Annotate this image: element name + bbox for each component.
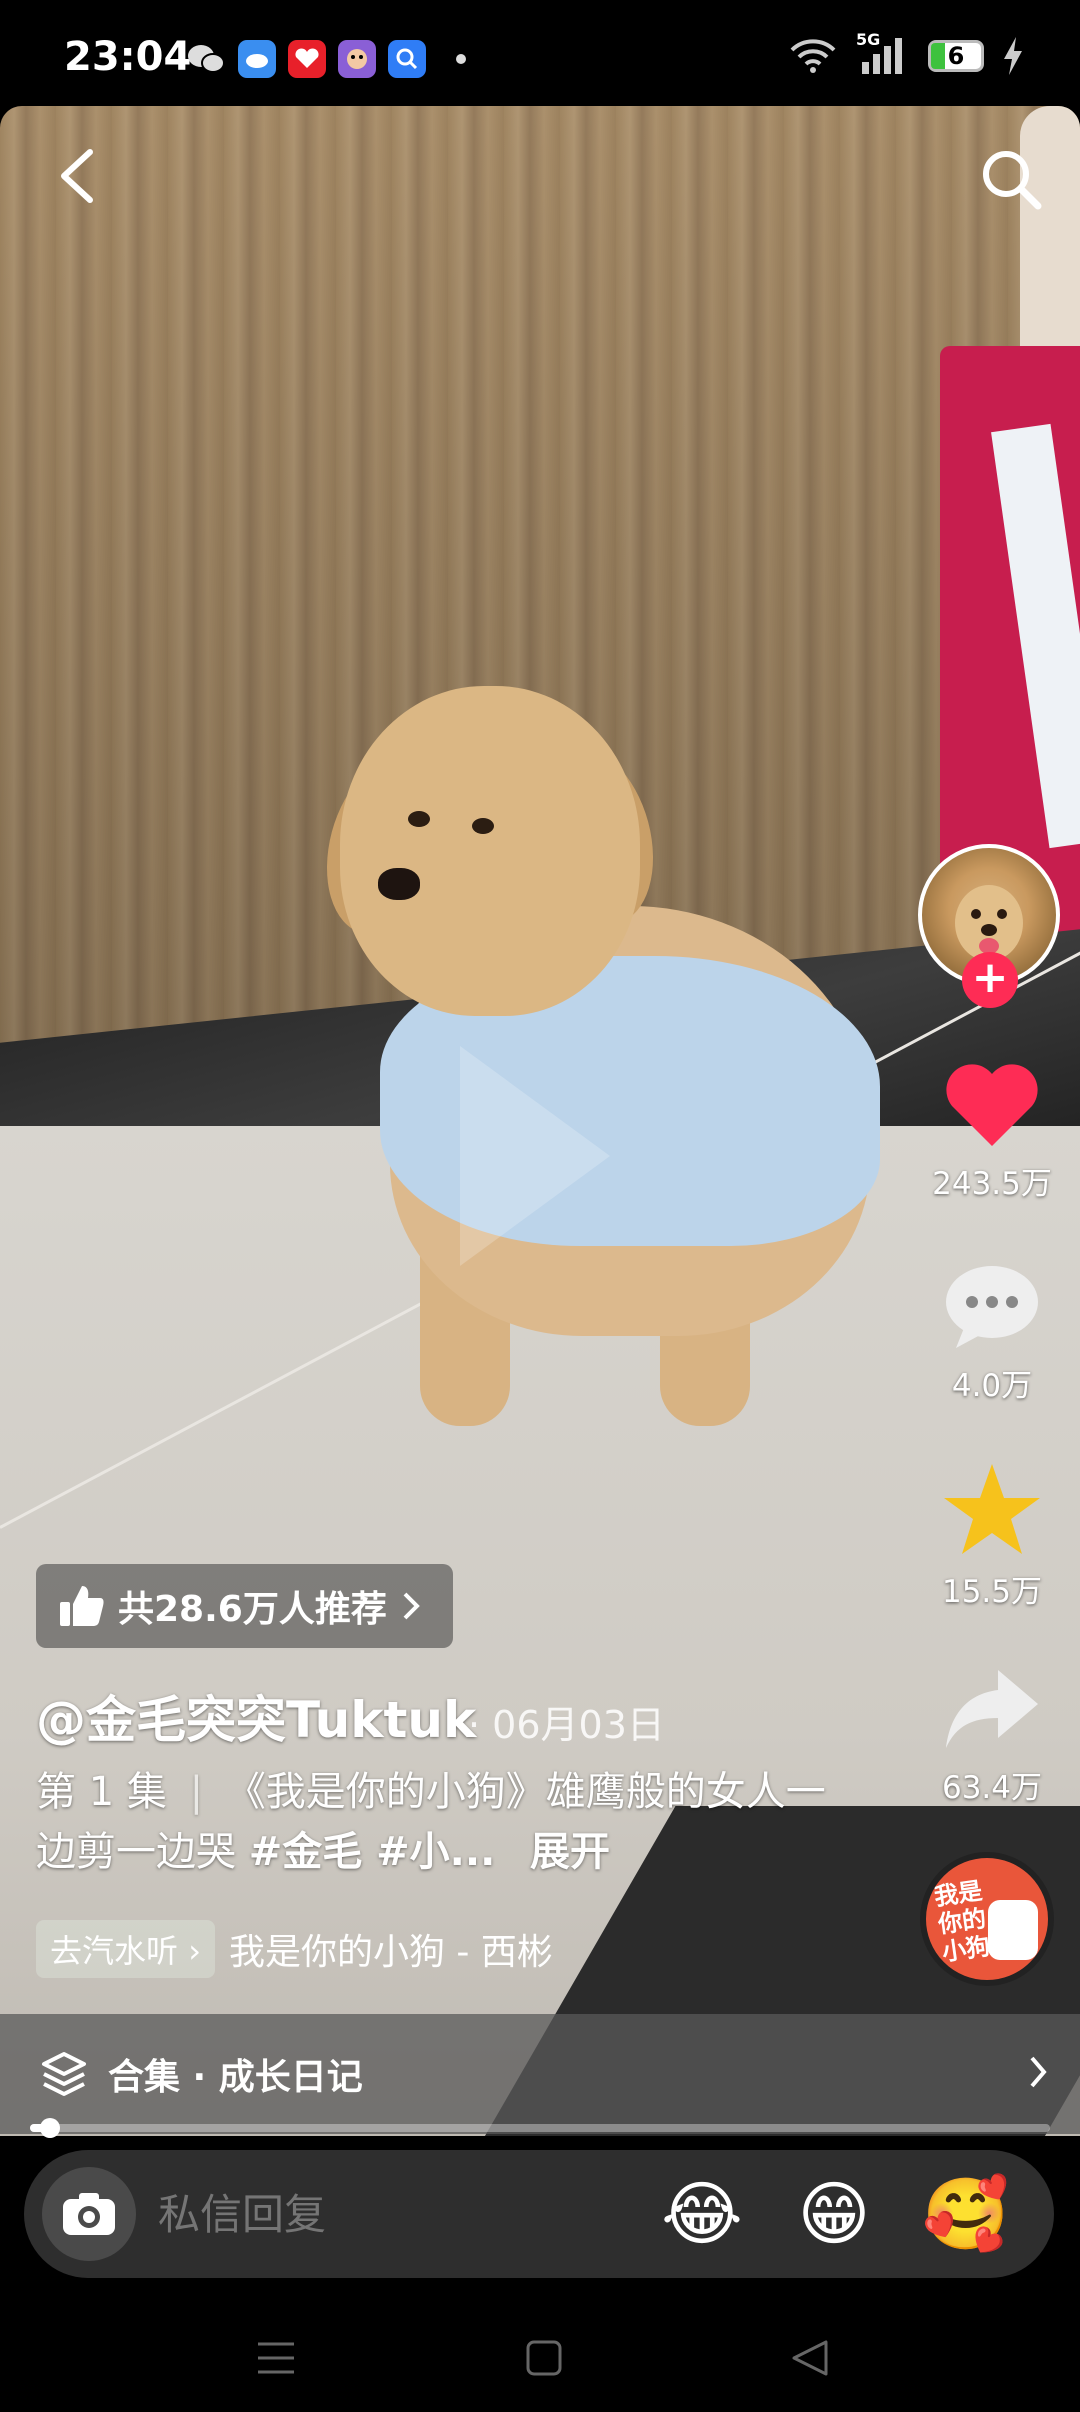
- back-triangle-icon[interactable]: [790, 2338, 830, 2378]
- notification-icons: [186, 40, 466, 78]
- thumbs-up-icon: [60, 1586, 104, 1626]
- camera-icon: [63, 2193, 115, 2235]
- puppy-nose: [378, 868, 420, 900]
- wechat-icon: [188, 45, 225, 73]
- follow-plus-button[interactable]: +: [962, 952, 1018, 1008]
- music-row[interactable]: 去汽水听 › 我是你的小狗 - 西彬: [36, 1920, 553, 1978]
- share-count: 63.4万: [941, 1770, 1043, 1806]
- video-description[interactable]: 第 1 集 | 《我是你的小狗》雄鹰般的女人一边剪一边哭 #金毛 #小... 展…: [36, 1762, 826, 1882]
- back-arrow-icon[interactable]: [52, 146, 102, 206]
- favorite-button[interactable]: 15.5万: [912, 1462, 1072, 1611]
- charging-icon: [1004, 37, 1022, 75]
- comment-button[interactable]: 4.0万: [912, 1262, 1072, 1405]
- app-red-icon: [288, 40, 326, 78]
- clock: 23:04: [64, 34, 192, 80]
- video-progress-bar[interactable]: [30, 2118, 1050, 2138]
- share-arrow-icon: [946, 1670, 1038, 1748]
- menu-icon[interactable]: [256, 2340, 296, 2376]
- reply-bar: 😂 😁 🥰: [24, 2150, 1054, 2278]
- music-title: 我是你的小狗 - 西彬: [228, 1932, 553, 1973]
- author-name[interactable]: @金毛突突Tuktuk: [36, 1680, 476, 1752]
- post-date: · 06月03日: [468, 1703, 665, 1747]
- play-icon[interactable]: [460, 1046, 610, 1266]
- weather-icon: [238, 40, 276, 78]
- collection-bar[interactable]: 合集 · 成长日记: [0, 2014, 1080, 2134]
- signal-icon: 5G: [856, 30, 910, 76]
- more-notifications-dot: [456, 54, 466, 64]
- system-indicators: 5G 6: [788, 30, 1024, 76]
- recommend-button[interactable]: 共28.6万人推荐: [36, 1564, 453, 1648]
- hugging-emoji-button[interactable]: 🥰: [918, 2166, 1014, 2262]
- search-icon[interactable]: [978, 146, 1044, 212]
- heart-icon: [946, 1064, 1038, 1146]
- laughing-emoji-button[interactable]: 😂: [654, 2166, 750, 2262]
- grinning-emoji-button[interactable]: 😁: [786, 2166, 882, 2262]
- camera-button[interactable]: [42, 2167, 136, 2261]
- puppy-head: [340, 686, 640, 1016]
- message-reply-input[interactable]: [156, 2188, 640, 2240]
- like-button[interactable]: 243.5万: [912, 1060, 1072, 1203]
- disc-cartoon: [988, 1900, 1038, 1960]
- quick-emoji-row: 😂 😁 🥰: [654, 2166, 1014, 2262]
- system-navigation-bar: [0, 2300, 1080, 2412]
- search-app-icon: [388, 40, 426, 78]
- wifi-icon: [790, 39, 836, 73]
- status-bar: 23:04 5G 6: [0, 0, 1080, 106]
- expand-link[interactable]: 展开: [530, 1829, 610, 1875]
- battery-level: 6: [947, 42, 965, 70]
- comment-count: 4.0万: [951, 1368, 1033, 1404]
- hashtags[interactable]: #金毛 #小...: [249, 1829, 496, 1875]
- collection-label: 合集 · 成长日记: [108, 2057, 363, 2098]
- layers-icon: [42, 2052, 86, 2096]
- home-icon[interactable]: [526, 2340, 562, 2376]
- recommend-label: 共28.6万人推荐: [118, 1589, 387, 1630]
- star-icon: [944, 1464, 1040, 1554]
- episode-label: 第 1 集: [36, 1769, 167, 1815]
- comment-icon: [946, 1266, 1038, 1348]
- like-count: 243.5万: [932, 1166, 1052, 1202]
- share-button[interactable]: 63.4万: [912, 1664, 1072, 1807]
- favorite-count: 15.5万: [941, 1574, 1043, 1610]
- chevron-right-icon: [1030, 2056, 1047, 2088]
- battery-icon: 6: [928, 40, 984, 72]
- music-disc[interactable]: 我是你的小狗: [920, 1852, 1054, 1986]
- qishui-listen-badge[interactable]: 去汽水听 ›: [36, 1920, 215, 1978]
- app-game-icon: [338, 40, 376, 78]
- chevron-right-icon: [403, 1592, 420, 1620]
